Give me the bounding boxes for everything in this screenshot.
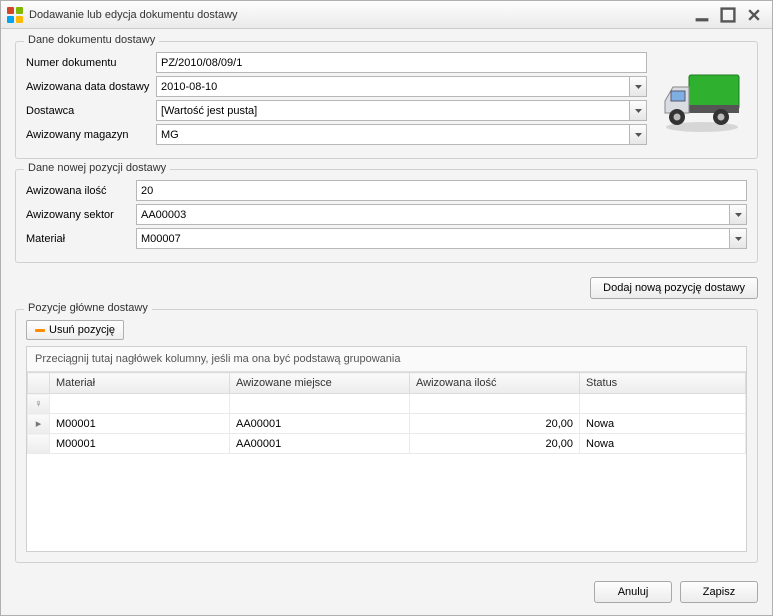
col-qty[interactable]: Awizowana ilość [410,373,580,394]
supplier-label: Dostawca [26,105,156,117]
delete-item-button[interactable]: Usuń pozycję [26,320,124,340]
cell-qty[interactable]: 20,00 [410,414,580,434]
save-button[interactable]: Zapisz [680,581,758,603]
grid-groupby-hint[interactable]: Przeciągnij tutaj nagłówek kolumny, jeśl… [27,347,746,372]
table-row[interactable]: ▸M00001AA0000120,00Nowa [28,414,746,434]
filter-cell[interactable] [50,394,230,414]
group-new-item: Dane nowej pozycji dostawy Awizowana ilo… [15,169,758,263]
maximize-button[interactable] [720,8,736,22]
date-input[interactable]: 2010-08-10 [156,76,629,97]
cell-material[interactable]: M00001 [50,434,230,454]
sector-dropdown-button[interactable] [729,204,747,225]
material-dropdown-button[interactable] [729,228,747,249]
grid-filter-row[interactable]: ♀ [28,394,746,414]
warehouse-input[interactable]: MG [156,124,629,145]
supplier-input[interactable]: [Wartość jest pusta] [156,100,629,121]
qty-input[interactable]: 20 [136,180,747,201]
filter-cell[interactable] [580,394,746,414]
filter-cell[interactable] [410,394,580,414]
group-title: Dane dokumentu dostawy [24,34,159,46]
col-status[interactable]: Status [580,373,746,394]
row-indicator [28,434,50,454]
window-buttons [694,8,766,22]
add-item-button[interactable]: Dodaj nową pozycję dostawy [590,277,758,299]
cell-place[interactable]: AA00001 [230,414,410,434]
grid-corner [28,373,50,394]
table-row[interactable]: M00001AA0000120,00Nowa [28,434,746,454]
window: Dodawanie lub edycja dokumentu dostawy D… [0,0,773,616]
filter-icon: ♀ [28,394,50,414]
delete-item-label: Usuń pozycję [49,324,115,336]
cell-status[interactable]: Nowa [580,434,746,454]
grid[interactable]: Przeciągnij tutaj nagłówek kolumny, jeśl… [26,346,747,552]
titlebar: Dodawanie lub edycja dokumentu dostawy [1,1,772,29]
close-button[interactable] [746,8,762,22]
cell-status[interactable]: Nowa [580,414,746,434]
group-title: Pozycje główne dostawy [24,302,152,314]
app-icon [7,7,23,23]
cell-place[interactable]: AA00001 [230,434,410,454]
warehouse-dropdown-button[interactable] [629,124,647,145]
qty-label: Awizowana ilość [26,185,136,197]
date-dropdown-button[interactable] [629,76,647,97]
group-items: Pozycje główne dostawy Usuń pozycję Prze… [15,309,758,563]
titlebar-text: Dodawanie lub edycja dokumentu dostawy [29,9,694,21]
supplier-dropdown-button[interactable] [629,100,647,121]
col-place[interactable]: Awizowane miejsce [230,373,410,394]
dialog-buttons: Anuluj Zapisz [1,573,772,615]
minimize-button[interactable] [694,8,710,22]
warehouse-label: Awizowany magazyn [26,129,156,141]
cell-qty[interactable]: 20,00 [410,434,580,454]
cell-material[interactable]: M00001 [50,414,230,434]
material-label: Materiał [26,233,136,245]
truck-icon [657,52,747,148]
group-title: Dane nowej pozycji dostawy [24,162,170,174]
minus-icon [35,329,45,332]
sector-input[interactable]: AA00003 [136,204,729,225]
col-material[interactable]: Materiał [50,373,230,394]
row-indicator: ▸ [28,414,50,434]
filter-cell[interactable] [230,394,410,414]
material-input[interactable]: M00007 [136,228,729,249]
cancel-button[interactable]: Anuluj [594,581,672,603]
date-label: Awizowana data dostawy [26,81,156,93]
docnum-input[interactable]: PZ/2010/08/09/1 [156,52,647,73]
docnum-label: Numer dokumentu [26,57,156,69]
sector-label: Awizowany sektor [26,209,136,221]
group-document-data: Dane dokumentu dostawy Numer dokumentu P… [15,41,758,159]
